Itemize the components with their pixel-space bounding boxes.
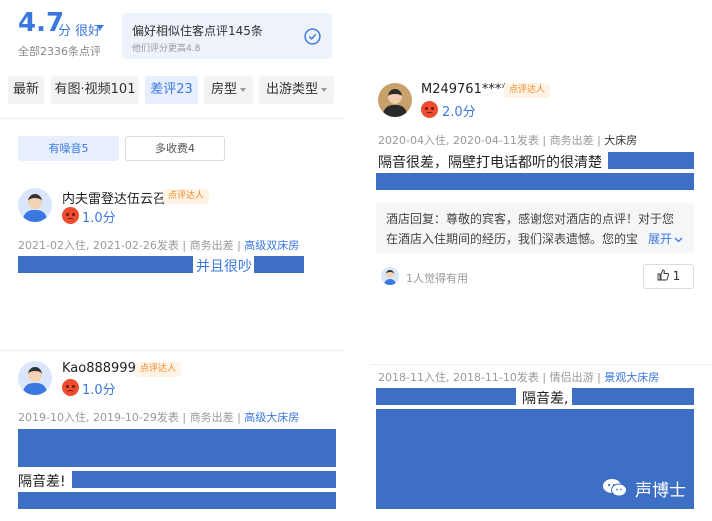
room-type[interactable]: 高级大床房 <box>244 411 299 424</box>
similar-guests-title: 偏好相似住客点评145条 <box>132 24 263 38</box>
avatar <box>378 83 412 117</box>
tab-label: 最新 <box>12 82 39 97</box>
subtab-label: 多收费4 <box>155 142 195 155</box>
check-circle-icon <box>304 28 321 45</box>
reviewer-badge: 点评达人 <box>135 362 182 377</box>
tab-label: 出游类型 <box>265 82 318 97</box>
helpful-count: 1人觉得有用 <box>406 272 468 285</box>
review-meta: 2020-04入住, 2020-04-11发表 | 商务出差 | 大床房 <box>378 134 638 147</box>
redacted-text <box>254 256 304 273</box>
tab-latest[interactable]: 最新 <box>8 76 44 104</box>
caret-down-icon <box>240 87 246 92</box>
tab-photos-videos[interactable]: 有图·视频101 <box>51 76 139 104</box>
reviewer-badge: 点评达人 <box>163 189 210 204</box>
review-score: 1.0分 <box>82 211 116 226</box>
similar-guests-card[interactable]: 偏好相似住客点评145条 他们评分更高4.8 <box>122 13 332 59</box>
like-count: 1 <box>672 269 681 283</box>
wechat-icon <box>603 479 627 497</box>
expand-label: 展开 <box>648 232 673 246</box>
tab-label: 有图·视频101 <box>54 82 136 97</box>
redacted-text <box>18 429 336 467</box>
room-type[interactable]: 高级双床房 <box>244 239 299 252</box>
review-score: 1.0分 <box>82 383 116 398</box>
subtab-noise[interactable]: 有噪音5 <box>18 136 119 161</box>
like-button[interactable]: 1 <box>643 264 694 289</box>
avatar <box>18 361 52 395</box>
review-meta: 2019-10入住, 2019-10-29发表 | 商务出差 | 高级大床房 <box>18 411 300 424</box>
hotel-reply-line: 酒店回复：尊敬的宾客，感谢您对酒店的点评！对于您 <box>386 212 675 226</box>
subtab-extra-charge[interactable]: 多收费4 <box>125 136 225 161</box>
review-text: 隔音差, <box>522 391 569 407</box>
review-meta: 2021-02入住, 2021-02-26发表 | 商务出差 | 高级双床房 <box>18 239 300 252</box>
reviewer-name: 内夫雷登达伍云召 <box>62 192 167 207</box>
review-text: 隔音很差，隔壁打电话都听的很清楚 <box>378 155 602 171</box>
angry-face-icon <box>421 101 438 118</box>
avatar <box>381 267 399 285</box>
similar-guests-subtitle: 他们评分更高4.8 <box>132 44 201 54</box>
tab-trip-type[interactable]: 出游类型 <box>259 76 334 104</box>
watermark: 声博士 <box>635 481 686 501</box>
caret-down-icon <box>321 87 327 92</box>
avatar <box>18 188 52 222</box>
trip-type: 情侣出游 <box>549 371 594 384</box>
chevron-down-icon <box>674 237 683 242</box>
divider <box>370 364 712 365</box>
room-type[interactable]: 景观大床房 <box>604 371 659 384</box>
reviewer-badge: 点评达人 <box>504 83 551 98</box>
review-text: 隔音差! <box>18 474 66 490</box>
hotel-reply: 酒店回复：尊敬的宾客，感谢您对酒店的点评！对于您 在酒店入住期间的经历，我们深表… <box>376 203 694 253</box>
reviewer-name: M249761**** <box>421 82 508 97</box>
redacted-text <box>18 492 336 509</box>
tab-negative[interactable]: 差评23 <box>145 76 198 104</box>
overall-score-label[interactable]: 分 很好 <box>58 20 101 39</box>
subtab-label: 有噪音5 <box>48 142 89 155</box>
angry-face-icon <box>62 207 79 224</box>
redacted-text <box>376 173 694 190</box>
reviewer-name: Kao888999 <box>62 361 136 376</box>
review-date: 2019-10入住, 2019-10-29发表 <box>18 411 179 424</box>
review-date: 2021-02入住, 2021-02-26发表 <box>18 239 179 252</box>
angry-face-icon <box>62 379 79 396</box>
redacted-text <box>376 388 516 405</box>
room-type[interactable]: 大床房 <box>604 134 637 147</box>
review-score: 2.0分 <box>442 105 476 120</box>
trip-type: 商务出差 <box>189 239 234 252</box>
review-text: 并且很吵 <box>196 259 252 275</box>
trip-type: 商务出差 <box>189 411 234 424</box>
redacted-text <box>18 256 193 273</box>
hotel-reply-line: 在酒店入住期间的经历，我们深表遗憾。您的宝 <box>386 232 639 246</box>
review-date: 2018-11入住, 2018-11-10发表 <box>378 371 539 384</box>
redacted-text <box>608 152 694 169</box>
tab-label: 差评23 <box>150 82 193 97</box>
redacted-text <box>572 388 694 405</box>
total-review-count: 全部2336条点评 <box>18 45 101 58</box>
divider <box>0 350 345 351</box>
redacted-text <box>72 471 336 488</box>
tab-room-type[interactable]: 房型 <box>204 76 253 104</box>
review-date: 2020-04入住, 2020-04-11发表 <box>378 134 539 147</box>
caret-down-icon[interactable] <box>96 25 104 30</box>
thumbs-up-icon <box>657 269 669 281</box>
expand-button[interactable]: 展开 <box>648 230 683 247</box>
divider <box>0 118 345 119</box>
tab-label: 房型 <box>210 82 237 97</box>
review-meta: 2018-11入住, 2018-11-10发表 | 情侣出游 | 景观大床房 <box>378 371 660 384</box>
trip-type: 商务出差 <box>549 134 594 147</box>
